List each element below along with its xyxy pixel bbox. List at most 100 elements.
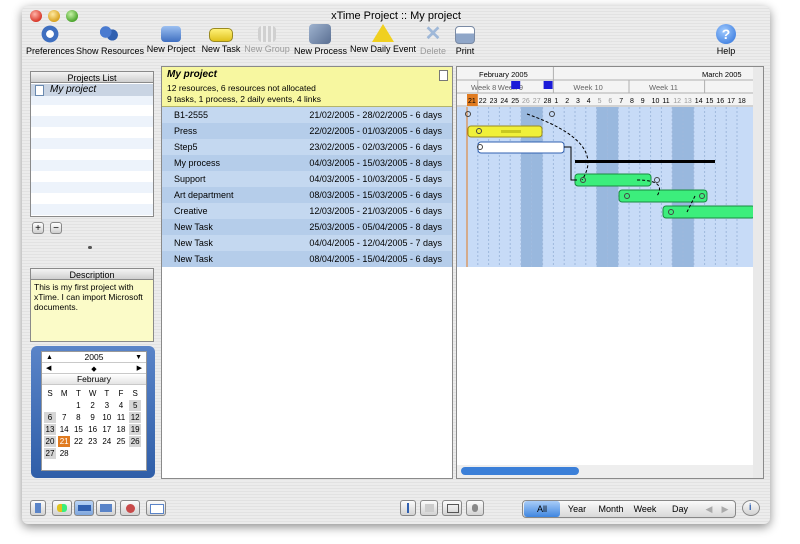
task-bar-art-department[interactable] [618, 189, 708, 203]
calendar-day[interactable]: 28 [58, 448, 70, 459]
task-row[interactable]: Creative 12/03/2005 - 21/03/2005 - 6 days [162, 203, 452, 219]
gantt-view-button[interactable] [74, 500, 94, 516]
prev-year-arrow-icon[interactable]: ▲ [46, 352, 53, 363]
table-view-button[interactable] [146, 500, 166, 516]
gantt-day-label[interactable]: 26 [522, 98, 530, 105]
add-project-button[interactable]: + [32, 222, 44, 234]
help-button[interactable]: ? Help [712, 24, 740, 56]
delete-button[interactable]: ✕ Delete [420, 24, 446, 56]
calendar-day[interactable]: 12 [129, 412, 142, 423]
task-row[interactable]: Press 22/02/2005 - 01/03/2005 - 6 days [162, 123, 452, 139]
calendar-day[interactable]: 16 [87, 424, 99, 435]
task-bar-step5[interactable] [477, 141, 565, 154]
next-year-arrow-icon[interactable]: ▼ [135, 352, 142, 363]
resources-view-button[interactable] [52, 500, 72, 516]
calendar-day[interactable]: 27 [44, 448, 56, 459]
calendar-day[interactable]: 4 [115, 400, 127, 411]
calendar-day[interactable]: 15 [72, 424, 84, 435]
info-button[interactable]: i [742, 500, 760, 516]
gantt-day-label[interactable]: 17 [727, 98, 735, 105]
project-list-item[interactable]: My project [31, 84, 153, 96]
daily-event-marker[interactable] [511, 81, 521, 89]
person-button[interactable] [466, 500, 484, 516]
new-task-button[interactable]: New Task [200, 24, 242, 54]
users-view-button[interactable] [120, 500, 140, 516]
next-range-arrow-icon[interactable]: ▶ [718, 501, 732, 517]
calendar-day[interactable]: 7 [58, 412, 70, 423]
task-row[interactable]: My process 04/03/2005 - 15/03/2005 - 8 da… [162, 155, 452, 171]
gantt-day-label[interactable]: 2 [565, 98, 569, 105]
calendar-day[interactable]: 2 [87, 400, 99, 411]
gantt-day-label[interactable]: 7 [619, 98, 623, 105]
calendar-day[interactable]: 21 [58, 436, 71, 447]
calendar-day[interactable]: 19 [129, 424, 142, 435]
remove-project-button[interactable]: − [50, 222, 62, 234]
calendar-day[interactable]: 1 [72, 400, 84, 411]
gantt-day-label[interactable]: 9 [641, 98, 645, 105]
calendar-day[interactable]: 17 [101, 424, 113, 435]
screen-button[interactable] [442, 500, 462, 516]
task-row[interactable]: New Task 25/03/2005 - 05/04/2005 - 8 days [162, 219, 452, 235]
gantt-day-label[interactable]: 27 [533, 98, 541, 105]
daily-event-marker[interactable] [543, 81, 553, 89]
current-month-diamond-icon[interactable]: ◆ [91, 366, 96, 373]
next-month-arrow-icon[interactable]: ▶ [137, 363, 142, 374]
gantt-day-label[interactable]: 10 [652, 98, 660, 105]
gantt-day-label[interactable]: 5 [598, 98, 602, 105]
calendar-day[interactable]: 10 [101, 412, 113, 423]
calendar-day[interactable]: 24 [101, 436, 113, 447]
gantt-day-label[interactable]: 11 [662, 98, 669, 105]
gantt-day-label[interactable]: 4 [587, 98, 591, 105]
prev-month-arrow-icon[interactable]: ◀ [46, 363, 51, 374]
calendar-day[interactable]: 23 [87, 436, 99, 447]
task-row[interactable]: Support 04/03/2005 - 10/03/2005 - 5 days [162, 171, 452, 187]
view-all-button[interactable]: All [524, 501, 560, 517]
print-button[interactable]: Print [452, 24, 478, 56]
splitter-handle[interactable] [88, 246, 92, 249]
calendar-day[interactable]: 6 [44, 412, 56, 423]
preferences-button[interactable]: Preferences [26, 24, 75, 56]
description-text[interactable]: This is my first project with xTime. I c… [30, 280, 154, 342]
calendar-day[interactable]: 13 [44, 424, 56, 435]
document-icon[interactable] [439, 70, 448, 81]
gantt-day-label[interactable]: 8 [630, 98, 634, 105]
year-selector[interactable]: ▲ 2005 ▼ [42, 352, 146, 363]
gantt-day-label[interactable]: 18 [738, 98, 746, 105]
month-navigator[interactable]: ◀ ◆ ▶ [42, 363, 146, 374]
new-group-button[interactable]: New Group [244, 24, 290, 54]
task-row[interactable]: New Task 04/04/2005 - 12/04/2005 - 7 days [162, 235, 452, 251]
calendar-day[interactable]: 8 [72, 412, 84, 423]
calendar-day[interactable]: 25 [115, 436, 127, 447]
gantt-day-label[interactable]: 15 [706, 98, 714, 105]
process-bar[interactable] [575, 160, 715, 163]
view-month-button[interactable]: Month [594, 501, 628, 517]
gantt-scroll-thumb[interactable] [461, 467, 579, 475]
toggle-sidebar-button[interactable] [30, 500, 46, 516]
gantt-day-label[interactable]: 22 [479, 98, 487, 105]
gantt-day-label[interactable]: 24 [500, 98, 508, 105]
calendar-day[interactable]: 14 [58, 424, 70, 435]
zoom-slider-button[interactable] [400, 500, 416, 516]
chart-view-button[interactable] [96, 500, 116, 516]
gantt-day-label[interactable]: 13 [684, 98, 692, 105]
gantt-day-label[interactable]: 16 [716, 98, 724, 105]
calendar-day[interactable]: 20 [44, 436, 56, 447]
calendar-day[interactable]: 9 [87, 412, 99, 423]
gantt-day-label[interactable]: 23 [490, 98, 498, 105]
task-row[interactable]: Step5 23/02/2005 - 02/03/2005 - 6 days [162, 139, 452, 155]
gantt-day-label[interactable]: 25 [511, 98, 519, 105]
show-resources-button[interactable]: Show Resources [76, 24, 144, 56]
gantt-day-label[interactable]: 14 [695, 98, 703, 105]
calendar-day[interactable]: 3 [101, 400, 113, 411]
gantt-day-label[interactable]: 6 [608, 98, 612, 105]
new-process-button[interactable]: New Process [294, 24, 347, 56]
calendar-day[interactable]: 22 [72, 436, 84, 447]
task-row[interactable]: Art department 08/03/2005 - 15/03/2005 - … [162, 187, 452, 203]
view-year-button[interactable]: Year [562, 501, 592, 517]
new-daily-event-button[interactable]: New Daily Event [350, 24, 416, 54]
task-row[interactable]: B1-2555 21/02/2005 - 28/02/2005 - 6 days [162, 107, 452, 123]
gantt-day-label[interactable]: 3 [576, 98, 580, 105]
gantt-day-label[interactable]: 1 [554, 98, 558, 105]
task-row[interactable]: New Task 08/04/2005 - 15/04/2005 - 6 days [162, 251, 452, 267]
gantt-vertical-scrollbar[interactable] [753, 67, 763, 478]
